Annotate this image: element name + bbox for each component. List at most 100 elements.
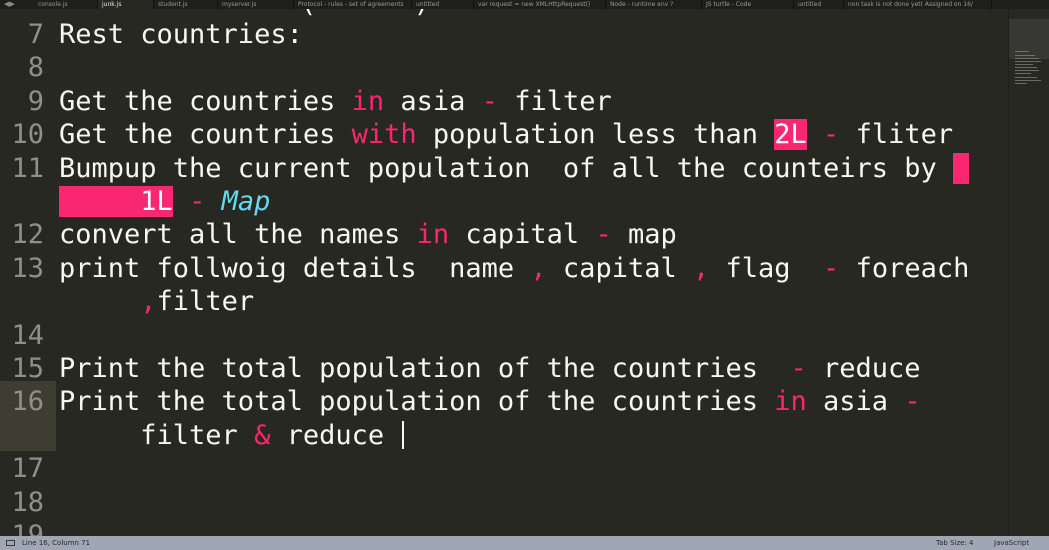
tab-11[interactable]: non task is not done yet( Assigned on 16…: [844, 0, 992, 9]
code-editor[interactable]: ( ) 7 Rest countries: 89 Get the countries …: [0, 9, 1008, 536]
token-plain: reduce: [270, 419, 401, 451]
token-keyword: -: [790, 353, 807, 384]
text-caret: [402, 420, 405, 449]
tab-4[interactable]: myserver.js: [218, 0, 294, 9]
nav-arrows-icon[interactable]: ◀▶: [4, 0, 15, 9]
token-plain: Rest countries:: [59, 19, 303, 50]
token-plain: filter: [156, 286, 255, 318]
token-plain: capital: [546, 252, 693, 284]
minimap-line: [1015, 58, 1039, 59]
tab-3[interactable]: student.js: [154, 0, 218, 9]
token-plain: Bumpup the current population of all the…: [59, 152, 954, 184]
tab-bar: ◀▶ console.js junk.js student.js myserver.j…: [0, 0, 1049, 9]
token-plain: foreach: [839, 252, 970, 284]
token-plain: asia: [384, 85, 482, 117]
token-keyword: in: [351, 85, 385, 117]
token-highlight: [953, 152, 970, 184]
token-plain: Print the total population of the countr…: [59, 353, 791, 384]
tab-6[interactable]: untitled: [412, 0, 474, 9]
token-keyword: ,: [530, 252, 547, 284]
token-keyword: -: [823, 252, 840, 284]
tab-1[interactable]: console.js: [34, 0, 98, 9]
line-number: 11: [11, 152, 44, 184]
syntax-mode[interactable]: JavaScript: [994, 536, 1029, 550]
token-plain: Get the countries: [59, 85, 352, 117]
token-plain: map: [611, 219, 677, 251]
token-plain: print follwoig details name: [59, 252, 531, 284]
minimap-line: [1015, 51, 1029, 52]
token-plain: reduce: [806, 353, 921, 384]
minimap[interactable]: [1008, 9, 1049, 536]
line-number: 8: [27, 52, 44, 84]
line-text: ,filter: [59, 285, 254, 318]
line-text: Print the total population of the countr…: [59, 385, 921, 418]
token-plain: Get the countries: [59, 119, 352, 151]
minimap-line: [1015, 80, 1041, 81]
token-plain: filter: [497, 85, 612, 117]
token-plain: convert all the names: [59, 219, 417, 251]
line-text: convert all the names in capital - map: [59, 218, 677, 251]
token-keyword: -: [481, 85, 498, 117]
tab-size[interactable]: Tab Size: 4: [936, 536, 973, 550]
line-text: Get the countries in asia - filter: [59, 85, 612, 118]
minimap-line: [1015, 70, 1039, 71]
token-keyword: &: [254, 419, 271, 451]
minimap-line: [1015, 61, 1041, 62]
token-keyword: with: [351, 119, 417, 151]
token-keyword: -: [595, 219, 612, 251]
line-text: Rest countries:: [59, 18, 303, 51]
token-plain: asia: [806, 386, 905, 418]
token-highlight: 1L: [59, 186, 173, 217]
tab-10[interactable]: untitled: [794, 0, 844, 9]
line-text: print follwoig details name , capital , …: [59, 252, 969, 285]
token-plain: population less than: [416, 119, 775, 151]
minimap-line: [1015, 77, 1037, 78]
line-number: 10: [11, 119, 44, 151]
token-keyword: -: [823, 119, 840, 151]
token-plain: filter: [59, 419, 255, 451]
line-text: 1L - Map: [59, 185, 270, 218]
token-italic: Map: [221, 186, 271, 217]
minimap-line: [1015, 73, 1031, 74]
line-number: 16: [11, 386, 44, 418]
line-text: filter & reduce: [59, 419, 405, 452]
line-number: 7: [27, 19, 44, 50]
token-keyword: ,: [692, 252, 710, 284]
line-text: Print the total population of the countr…: [59, 352, 921, 385]
minimap-viewport[interactable]: [1009, 19, 1049, 59]
token-keyword: in: [774, 386, 807, 418]
tab-9[interactable]: JS turtle - Code: [702, 0, 794, 9]
minimap-line: [1015, 55, 1035, 56]
token-keyword: in: [416, 219, 450, 251]
tab-8[interactable]: Node - runtime env ?: [606, 0, 702, 9]
tab-2[interactable]: junk.js: [98, 0, 154, 9]
line-number: 12: [11, 219, 44, 251]
tab-7[interactable]: var request = new XMLHttpRequest(): [474, 0, 606, 9]
minimap-line: [1015, 83, 1027, 84]
line-number: 9: [27, 85, 44, 117]
token-plain: flag: [709, 252, 824, 284]
line-text: Bumpup the current population of all the…: [59, 152, 970, 185]
token-keyword: ,: [140, 286, 157, 318]
token-plain: fliter: [839, 119, 954, 151]
tab-5[interactable]: Protocol - rules - set of agreements: [294, 0, 412, 9]
minimap-line: [1015, 67, 1037, 68]
minimap-line: [1015, 64, 1033, 65]
token-keyword: -: [189, 186, 206, 217]
cursor-position[interactable]: Line 16, Column 71: [22, 536, 90, 550]
line-number: 13: [11, 252, 44, 284]
status-bar: Line 16, Column 71 Tab Size: 4 JavaScrip…: [0, 536, 1049, 550]
line-number: 18: [11, 486, 44, 518]
token-keyword: -: [904, 386, 921, 418]
line-number: 15: [11, 353, 44, 384]
clipped-previous-line: ( ): [300, 9, 430, 20]
panel-icon[interactable]: [6, 540, 15, 546]
line-text: Get the countries with population less t…: [59, 118, 953, 151]
line-number: 17: [11, 453, 44, 485]
line-number: 14: [11, 319, 44, 351]
line-number: 19: [11, 520, 44, 536]
